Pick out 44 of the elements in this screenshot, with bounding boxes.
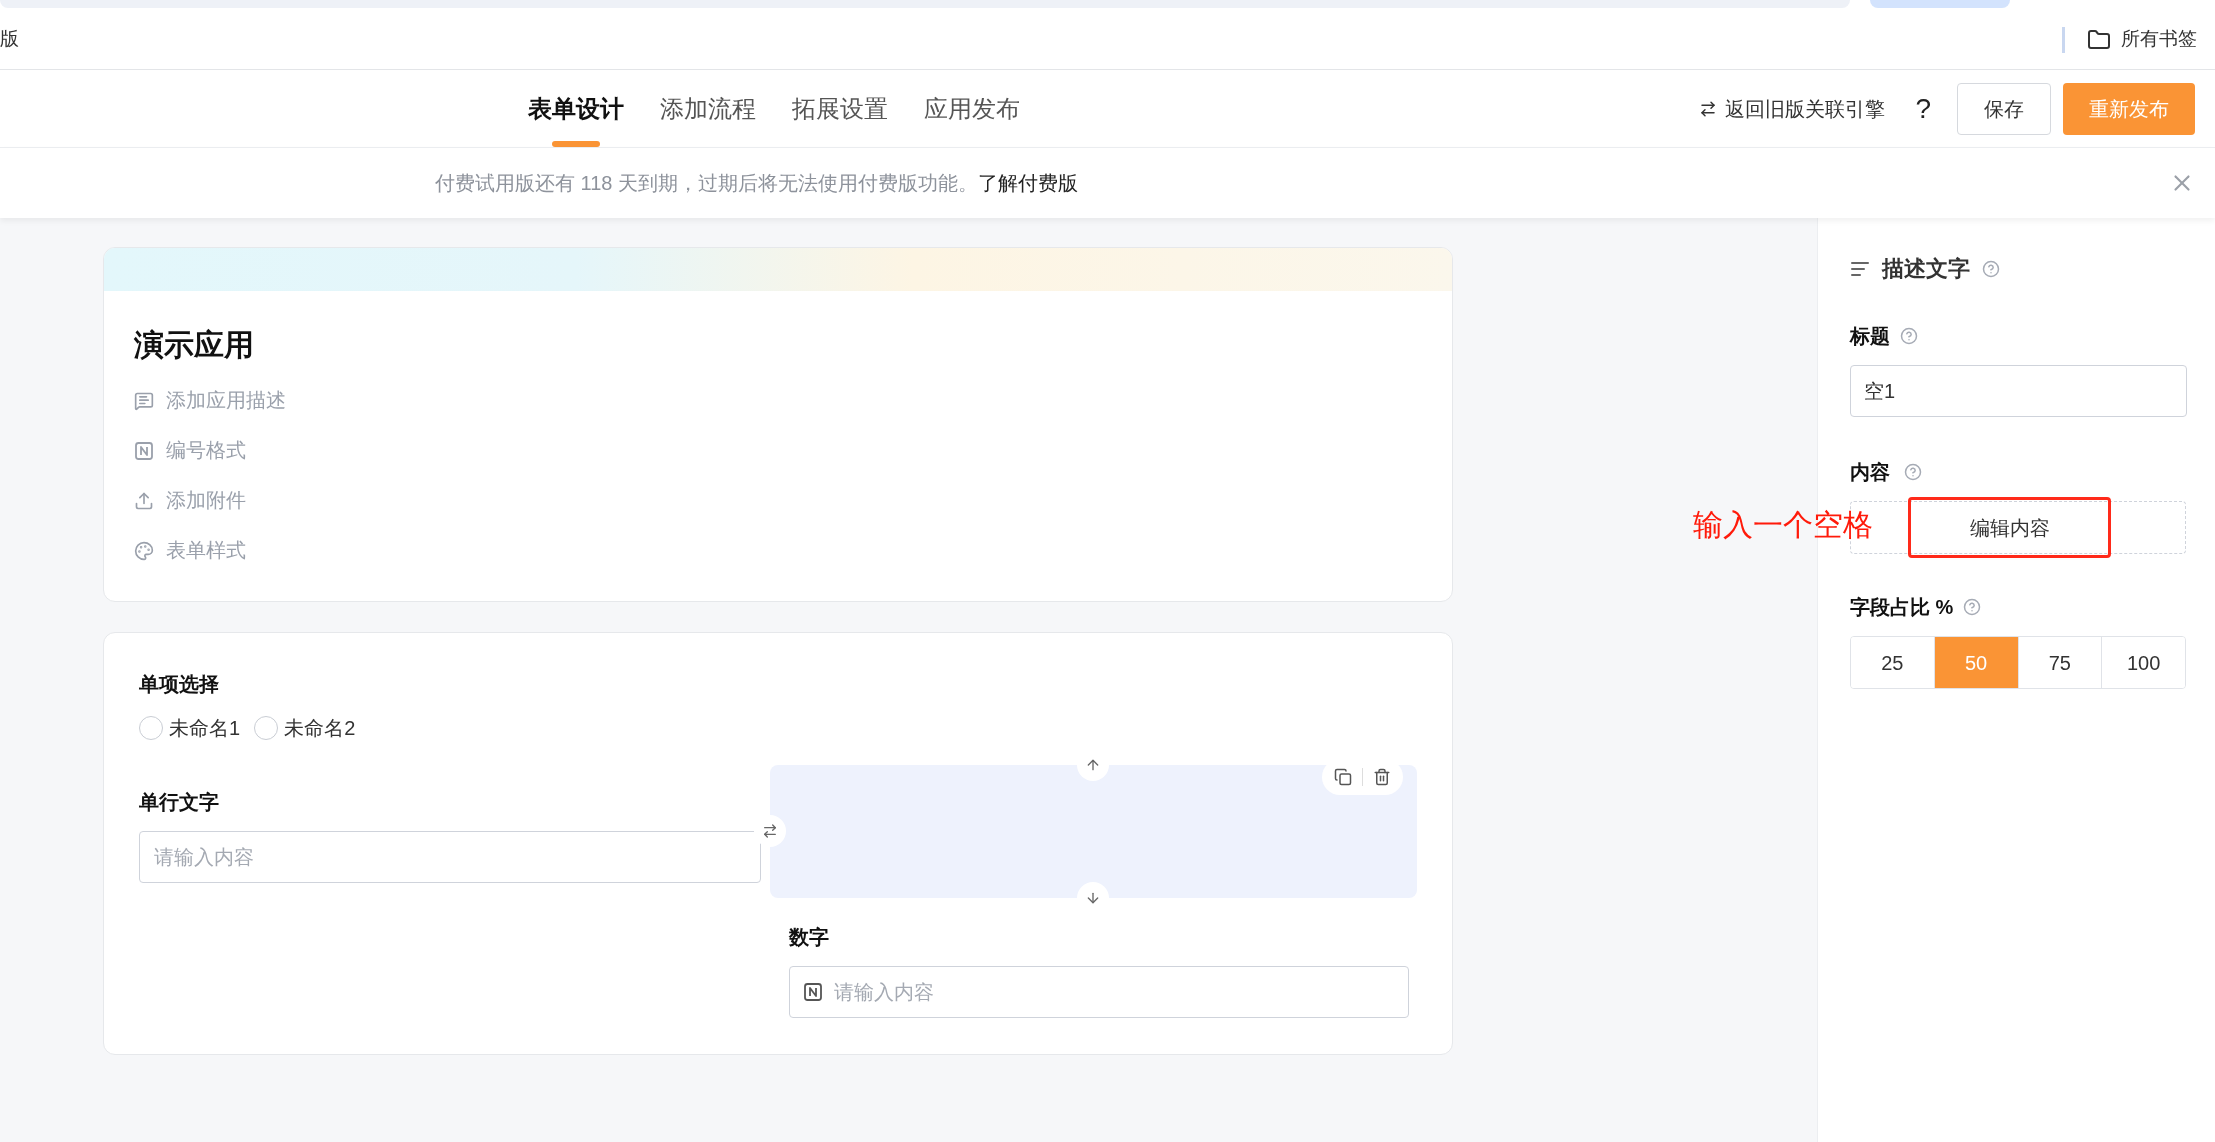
panel-title: 描述文字	[1882, 255, 1970, 283]
help-icon[interactable]	[1904, 463, 1922, 481]
width-option[interactable]: 25	[1851, 637, 1935, 688]
copy-icon[interactable]	[1334, 768, 1352, 786]
swap-icon	[761, 823, 778, 839]
comment-icon	[134, 390, 154, 411]
text-lines-icon	[1850, 259, 1870, 278]
swap-icon	[1699, 99, 1718, 118]
bookmark-item[interactable]: 版	[0, 25, 19, 54]
upgrade-link[interactable]: 了解付费版	[978, 168, 1078, 198]
nav-tab[interactable]: 表单设计	[528, 70, 624, 147]
property-label: 字段占比 %	[1850, 595, 1954, 620]
property-label: 标题	[1850, 324, 1890, 349]
field-label: 单项选择	[139, 672, 220, 697]
help-icon[interactable]	[1963, 598, 1982, 616]
trash-icon[interactable]	[1373, 768, 1391, 786]
field-label: 数字	[788, 925, 830, 950]
annotation-text: 输入一个空格	[1693, 507, 1873, 543]
nav-tab[interactable]: 拓展设置	[792, 70, 888, 147]
folder-icon	[2087, 27, 2111, 52]
legacy-engine-link[interactable]: 返回旧版关联引擎	[1699, 93, 1886, 124]
upload-icon	[134, 490, 154, 511]
profile-button[interactable]	[1870, 0, 2010, 8]
radio-option[interactable]: 未命名1	[139, 713, 241, 743]
palette-icon	[134, 540, 154, 561]
title-input[interactable]: 空1	[1850, 365, 2187, 417]
save-button[interactable]: 保存	[1957, 82, 2051, 135]
nav-tab[interactable]: 应用发布	[924, 70, 1020, 147]
trial-message: 付费试用版还有 118 天到期，过期后将无法使用付费版功能。	[435, 171, 978, 196]
n-square-icon	[134, 440, 154, 461]
app-title: 演示应用	[134, 327, 255, 363]
field-label: 单行文字	[139, 790, 220, 815]
number-input[interactable]: 请输入内容	[788, 966, 1409, 1018]
radio-option[interactable]: 未命名2	[254, 713, 356, 743]
description-field-block[interactable]	[769, 765, 1417, 898]
bookmarks-folder[interactable]: 所有书签	[2087, 25, 2197, 54]
edit-content-button[interactable]: 编辑内容	[1908, 497, 2111, 558]
help-icon[interactable]	[1982, 259, 2000, 278]
help-button[interactable]: ?	[1915, 87, 1931, 130]
text-input[interactable]: 请输入内容	[139, 831, 761, 883]
property-label: 内容	[1850, 460, 1890, 485]
n-square-icon	[802, 982, 823, 1002]
help-icon[interactable]	[1900, 327, 1918, 345]
nav-tab[interactable]: 添加流程	[660, 70, 756, 147]
